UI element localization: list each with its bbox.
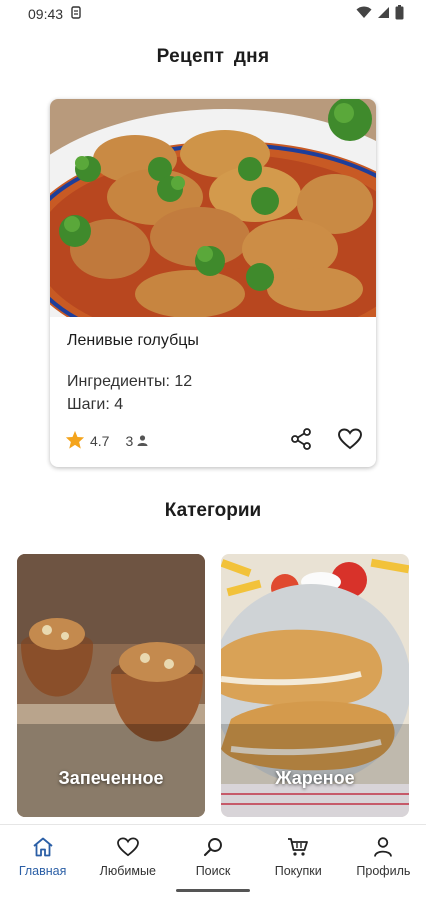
home-icon [32,837,54,860]
rating-value: 4.7 [90,433,110,449]
nav-label: Любимые [99,864,156,878]
rating: 4.7 [65,430,109,452]
heart-icon [116,837,139,860]
recipe-of-day-card[interactable]: Ленивые голубцы Ингредиенты: 12 Шаги: 4 … [50,99,376,467]
recipe-ingredients: Ингредиенты: 12 [67,373,193,390]
reviews-count: 3 [125,433,134,449]
nav-label: Профиль [356,864,411,878]
reviews: 3 [125,433,148,449]
recipe-image [50,99,376,317]
cart-icon [287,837,309,860]
recipe-footer: 4.7 3 [65,427,362,455]
recipe-meta: Ингредиенты: 12 Шаги: 4 [67,370,192,416]
nav-item-home[interactable]: Главная [0,825,85,900]
page-title: Рецепт дня [156,46,270,67]
person-small-icon [137,433,148,449]
category-label: Запеченное [58,768,164,788]
star-icon [65,430,85,452]
nav-label: Главная [18,864,67,878]
category-card-baked[interactable]: Запеченное [17,554,205,817]
nav-item-profile[interactable]: Профиль [341,825,426,900]
nav-label: Поиск [195,864,231,878]
nav-item-favorites[interactable]: Любимые [85,825,170,900]
sim-icon [71,6,81,22]
bottom-nav: Главная Любимые Поиск Покупки Профиль [0,824,426,900]
nav-label: Покупки [274,864,322,878]
category-card-fried[interactable]: Жареное [221,554,409,817]
status-bar: 09:43 [0,0,426,28]
battery-icon [395,5,404,23]
gesture-home-indicator[interactable] [176,889,250,892]
nav-item-shopping[interactable]: Покупки [256,825,341,900]
recipe-name: Ленивые голубцы [67,332,199,349]
signal-icon [377,6,390,22]
category-label: Жареное [275,768,355,788]
person-icon [372,837,394,860]
categories-title: Категории [164,500,262,521]
recipe-steps: Шаги: 4 [67,396,124,413]
wifi-icon [356,6,372,22]
search-icon [202,837,224,860]
favorite-heart-icon[interactable] [338,428,362,455]
recipe-actions [290,427,362,455]
status-time: 09:43 [28,6,64,22]
share-icon[interactable] [290,427,312,455]
